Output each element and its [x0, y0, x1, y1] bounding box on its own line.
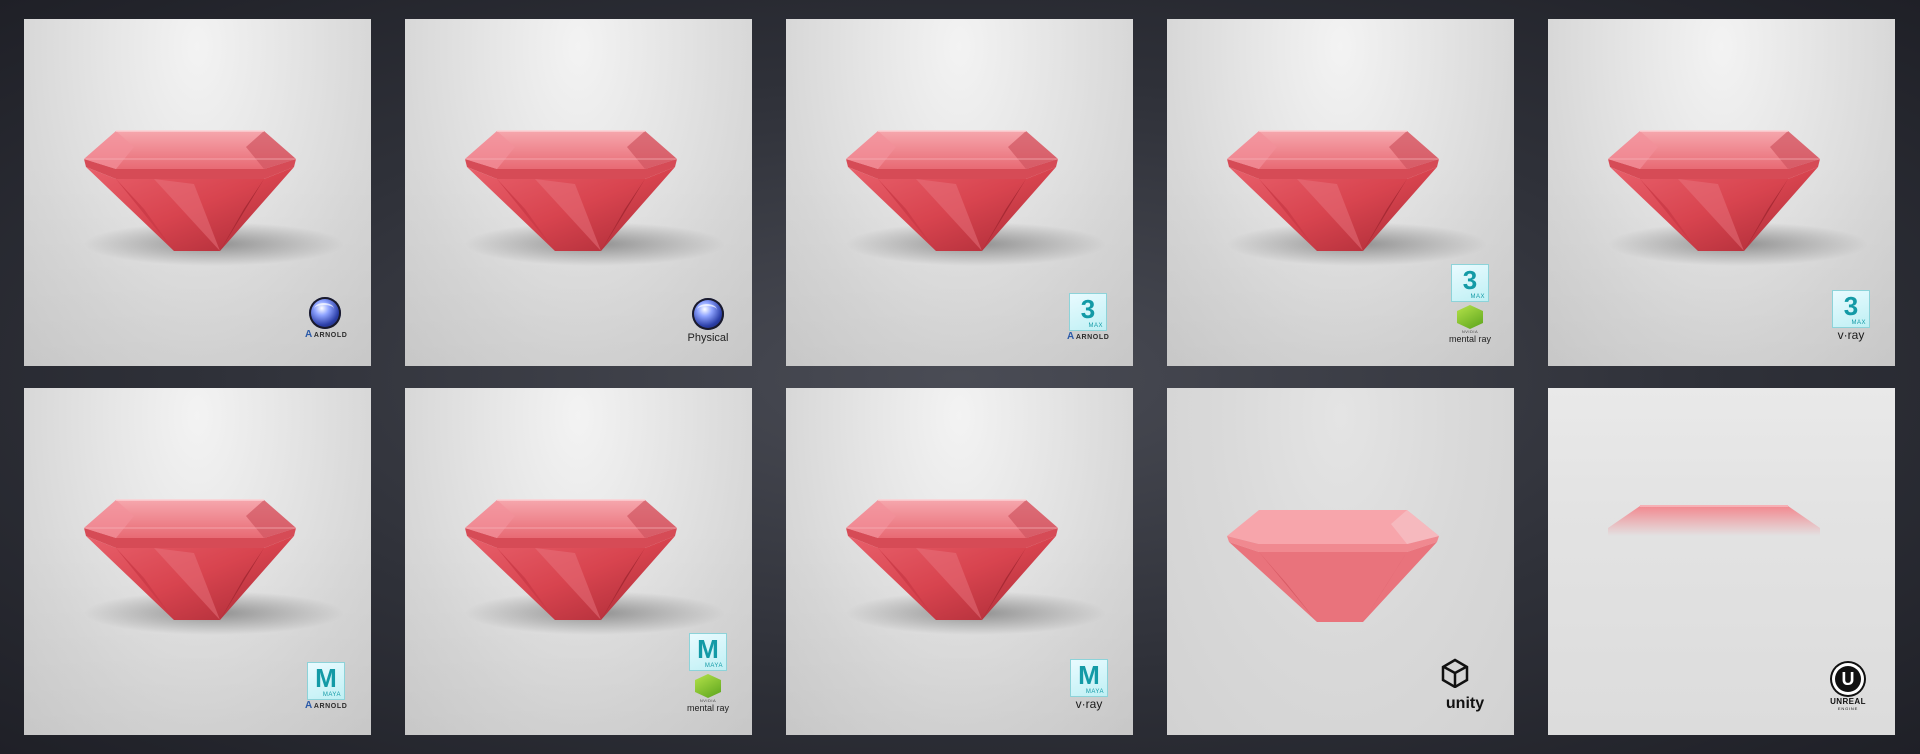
mental-ray-icon — [695, 674, 721, 698]
render-tile-maya-mentalray: M MAYA NVIDIA mental ray — [405, 388, 752, 735]
render-tile-maya-arnold: M MAYA AARNOLD — [24, 388, 371, 735]
renderer-logo: M MAYA v·ray — [1067, 659, 1111, 711]
mental-ray-label: mental ray — [1448, 334, 1492, 344]
engine-label: ENGINE — [1837, 706, 1859, 711]
vray-label: v·ray — [1075, 697, 1103, 711]
renderer-logo: M MAYA NVIDIA mental ray — [686, 633, 730, 713]
render-tile-max-mentalray: 3 MAX NVIDIA mental ray — [1167, 19, 1514, 366]
render-tile-max-arnold: 3 MAX AARNOLD — [786, 19, 1133, 366]
render-tile-max-vray: 3 MAX v·ray — [1548, 19, 1895, 366]
renderer-logo: 3 MAX NVIDIA mental ray — [1448, 264, 1492, 344]
unity-icon — [1441, 658, 1469, 689]
unreal-label: UNREAL — [1830, 697, 1866, 706]
unity-label: unity — [1445, 695, 1485, 712]
physical-label: Physical — [687, 332, 729, 344]
renderer-logo: 3 MAX v·ray — [1829, 290, 1873, 342]
arnold-label: AARNOLD — [1067, 331, 1110, 342]
arnold-label: AARNOLD — [305, 329, 348, 340]
render-tile-unity: unity — [1167, 388, 1514, 735]
mental-ray-icon — [1457, 305, 1483, 329]
cinema4d-icon — [692, 298, 724, 330]
mental-ray-label: mental ray — [686, 703, 730, 713]
render-comparison-grid: AARNOLD Physical 3 MAX AARNOLD 3 MAX NVIDI… — [0, 0, 1920, 754]
cinema4d-icon — [309, 297, 341, 329]
arnold-label: AARNOLD — [305, 700, 348, 711]
render-tile-c4d-physical: Physical — [405, 19, 752, 366]
maya-icon: M MAYA — [689, 633, 727, 671]
3dsmax-icon: 3 MAX — [1832, 290, 1870, 328]
render-tile-unreal: U UNREAL ENGINE — [1548, 388, 1895, 735]
renderer-logo: Physical — [686, 298, 730, 344]
engine-logo: U UNREAL ENGINE — [1823, 663, 1873, 711]
vray-label: v·ray — [1837, 328, 1865, 342]
unreal-engine-icon: U — [1832, 663, 1864, 695]
engine-logo: unity — [1440, 658, 1490, 713]
renderer-logo: 3 MAX AARNOLD — [1067, 293, 1109, 342]
maya-icon: M MAYA — [307, 662, 345, 700]
render-tile-maya-vray: M MAYA v·ray — [786, 388, 1133, 735]
3dsmax-icon: 3 MAX — [1069, 293, 1107, 331]
render-tile-c4d-arnold: AARNOLD — [24, 19, 371, 366]
maya-icon: M MAYA — [1070, 659, 1108, 697]
renderer-logo: M MAYA AARNOLD — [305, 662, 347, 711]
3dsmax-icon: 3 MAX — [1451, 264, 1489, 302]
renderer-logo: AARNOLD — [305, 297, 348, 340]
